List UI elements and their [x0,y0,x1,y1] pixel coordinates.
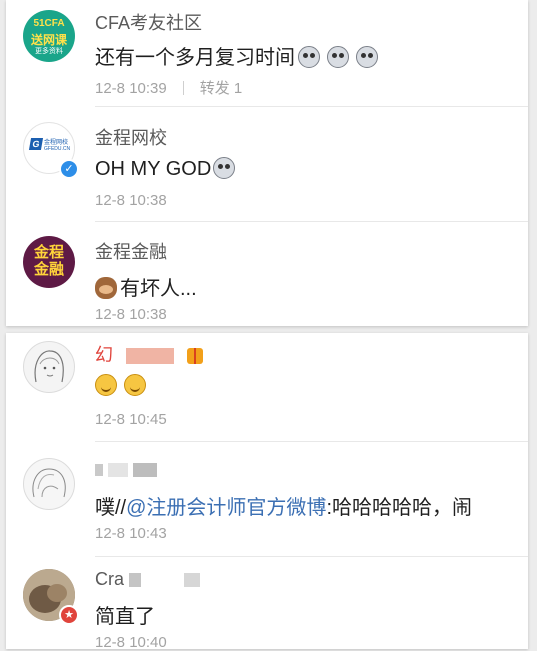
dog-face-icon [327,46,349,68]
user-name[interactable]: 幻 [95,341,204,367]
comment-text: 还有一个多月复习时间 [95,41,381,70]
comment-body-suffix: :哈哈哈哈哈，闹 [326,497,472,519]
comment-body-prefix: 噗// [95,497,127,519]
comment-card-bottom: 幻 12-8 10:45 噗//@注册会计师官方微博:哈哈哈哈哈，闹 12-8 … [6,333,528,651]
user-name[interactable]: CFA考友社区 [95,9,202,35]
avatar-text-line: 51CFA [33,18,65,29]
comment-text: 有坏人... [95,272,197,301]
avatar-text-line: GFEDU.CN [44,146,71,152]
user-name-text: Cra [95,569,125,589]
dog-face-icon [356,46,378,68]
comment-meta: 12-8 10:39 转发 1 [95,77,242,98]
comment-item[interactable]: G 金程网校 GFEDU.CN ✓ 金程网校 OH MY GOD 12-8 10… [6,107,528,222]
gfedu-logo-icon: G [28,138,44,150]
timestamp: 12-8 10:40 [95,634,167,651]
avatar[interactable]: 金程 金融 [23,236,75,288]
timestamp: 12-8 10:45 [95,411,167,428]
divider [182,81,184,95]
comment-text: 简直了 [95,606,155,628]
mention-link[interactable]: @注册会计师官方微博 [126,497,326,519]
user-name[interactable]: 金程网校 [95,124,167,150]
timestamp: 12-8 10:39 [95,80,167,97]
dog-face-icon [213,157,236,179]
avatar[interactable] [23,341,75,393]
user-name[interactable]: 金程金融 [95,238,167,264]
redacted-block [184,573,201,588]
avatar-text-line: 金融 [33,261,64,278]
smile-face-icon [124,374,146,396]
comment-item[interactable]: 金程 金融 金程金融 有坏人... 12-8 10:38 [6,222,528,326]
dog-face-icon [298,46,320,68]
sketch-hair-icon [32,468,66,498]
repost-link[interactable]: 转发 1 [200,80,243,97]
comment-item[interactable]: ★ Cra 简直了 12-8 10:40 [6,557,528,651]
user-name[interactable] [95,459,158,480]
redacted-block [129,573,142,588]
monkey-face-icon [95,277,117,299]
comment-text [95,374,149,398]
comment-item[interactable]: 噗//@注册会计师官方微博:哈哈哈哈哈，闹 12-8 10:43 [6,442,528,557]
user-name-text: 幻 [95,345,113,365]
comment-card-top: 51CFA 送网课 更多资料 CFA考友社区 还有一个多月复习时间 12-8 1… [6,0,528,326]
comment-body: 还有一个多月复习时间 [95,47,295,69]
timestamp: 12-8 10:43 [95,525,167,542]
smile-face-icon [95,374,117,396]
avatar-text-line: 更多资料 [35,48,63,55]
comment-text: OH MY GOD [95,157,238,181]
gift-icon [187,348,204,365]
comment-body: 有坏人... [120,278,197,300]
timestamp: 12-8 10:38 [95,192,167,209]
avatar[interactable] [23,458,75,510]
redacted-block [95,464,103,477]
comment-item[interactable]: 幻 12-8 10:45 [6,333,528,442]
timestamp: 12-8 10:38 [95,306,167,323]
avatar-text-line: 金程 [33,244,64,261]
redacted-block [133,463,158,478]
avatar-text-line: 金程网校 [44,140,69,146]
sketch-face-icon [34,350,64,383]
comment-body: OH MY GOD [95,158,212,180]
vip-badge-icon: ★ [59,605,79,625]
redacted-block [108,463,129,478]
verified-badge-icon: ✓ [59,159,79,179]
avatar[interactable]: 51CFA 送网课 更多资料 [23,10,75,62]
comment-text: 噗//@注册会计师官方微博:哈哈哈哈哈，闹 [95,491,472,520]
comment-item[interactable]: 51CFA 送网课 更多资料 CFA考友社区 还有一个多月复习时间 12-8 1… [6,0,528,107]
redacted-block [126,348,175,365]
user-name[interactable]: Cra [95,569,201,590]
